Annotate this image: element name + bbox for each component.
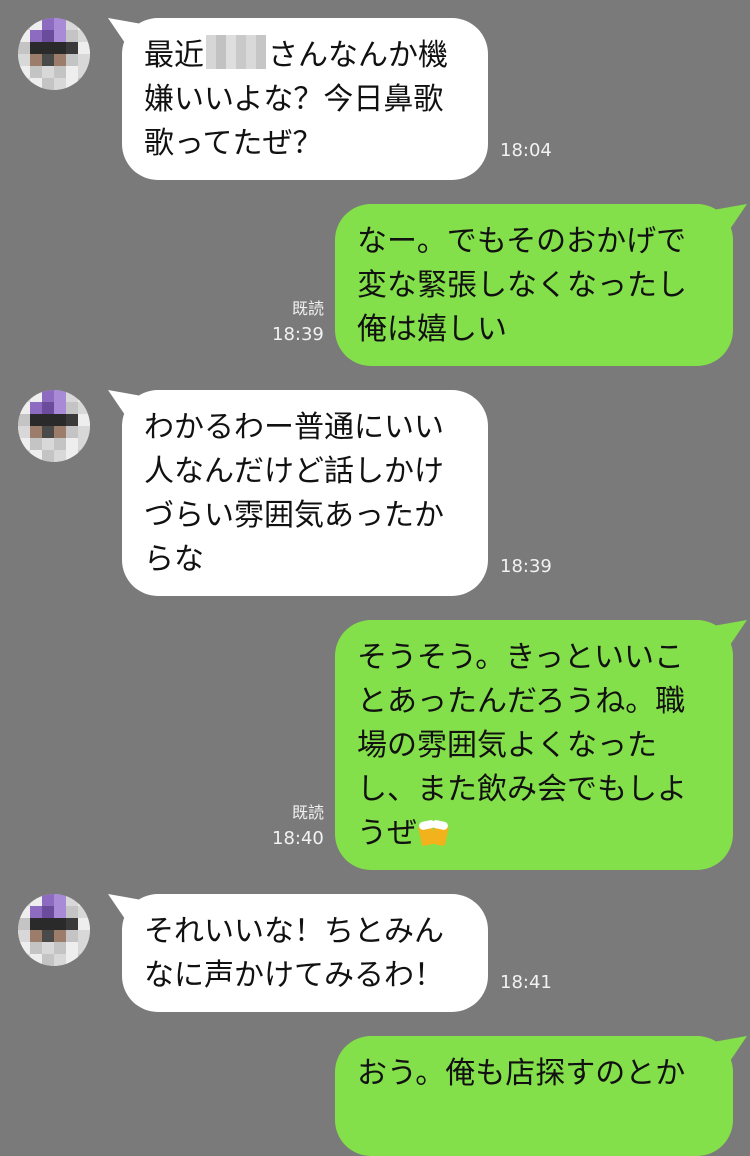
- timestamp: 18:39: [500, 556, 552, 577]
- message-line: づらい雰囲気あったか: [144, 498, 444, 533]
- read-receipt: 既読: [291, 299, 324, 318]
- message-bubble-outgoing[interactable]: そうそう。きっといいこ とあったんだろうね。職 場の雰囲気よくなった し、また飲…: [335, 620, 733, 870]
- message-line: なに声かけてみるわ！: [144, 958, 444, 993]
- message-line: とあったんだろうね。職: [357, 684, 686, 719]
- message-line: そうそう。きっといいこ: [357, 640, 684, 675]
- message-line: なー。でもそのおかげで: [357, 224, 687, 259]
- message-line: らな: [144, 542, 204, 577]
- message-line: 人なんだけど話しかけ: [144, 454, 444, 489]
- message-line: 俺は嬉しい: [357, 312, 507, 347]
- avatar[interactable]: [18, 894, 90, 966]
- message-line: 嫌いいよな？今日鼻歌: [144, 82, 444, 117]
- message-line: 最近 さんなんか機: [144, 34, 464, 78]
- timestamp: 18:40: [272, 828, 324, 849]
- message-bubble-outgoing[interactable]: おう。俺も店探すのとか: [335, 1036, 733, 1156]
- timestamp: 18:04: [500, 140, 552, 161]
- timestamp: 18:39: [272, 324, 324, 345]
- beer-mugs-icon: [417, 815, 451, 849]
- read-receipt: 既読: [291, 803, 324, 822]
- message-line: おう。俺も店探すのとか: [357, 1056, 686, 1091]
- message-line: うぜ: [357, 812, 709, 856]
- message-bubble-incoming[interactable]: 最近 さんなんか機 嫌いいよな？今日鼻歌 歌ってたぜ？: [122, 18, 488, 180]
- avatar[interactable]: [18, 390, 90, 462]
- chat-thread: 最近 さんなんか機 嫌いいよな？今日鼻歌 歌ってたぜ？ 18:04 既読 18:3…: [0, 0, 750, 1156]
- message-line: し、また飲み会でもしよ: [357, 772, 687, 807]
- redacted-name: [206, 35, 266, 69]
- message-line: 歌ってたぜ？: [144, 126, 323, 161]
- message-bubble-incoming[interactable]: わかるわー普通にいい 人なんだけど話しかけ づらい雰囲気あったか らな: [122, 390, 488, 596]
- message-line: それいいな！ちとみん: [144, 914, 444, 949]
- avatar[interactable]: [18, 18, 90, 90]
- message-line: 場の雰囲気よくなった: [357, 728, 657, 763]
- message-line: 変な緊張しなくなったし: [357, 268, 687, 303]
- message-line: わかるわー普通にいい: [144, 410, 444, 445]
- message-bubble-incoming[interactable]: それいいな！ちとみん なに声かけてみるわ！: [122, 894, 488, 1012]
- timestamp: 18:41: [500, 972, 552, 993]
- message-bubble-outgoing[interactable]: なー。でもそのおかげで 変な緊張しなくなったし 俺は嬉しい: [335, 204, 733, 366]
